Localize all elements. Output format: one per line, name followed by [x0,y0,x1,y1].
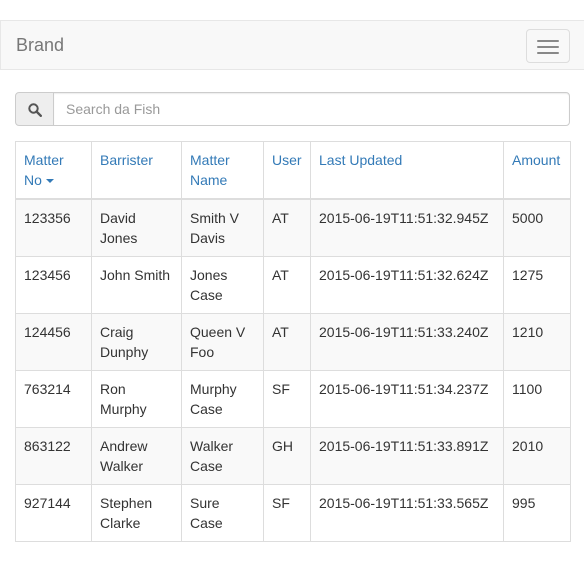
cell-matter-name: Murphy Case [181,370,264,428]
table-header-row: Matter No Barrister Matter Name User Las… [15,141,571,200]
cell-last-updated: 2015-06-19T11:51:32.624Z [310,256,504,314]
caret-down-icon [45,179,54,184]
column-header-amount: Amount [503,141,571,200]
cell-user: AT [263,198,311,257]
cell-matter-name: Sure Case [181,484,264,542]
navbar-toggle-button[interactable] [526,29,570,63]
cell-barrister: Ron Murphy [91,370,182,428]
sort-link-matter-no[interactable]: Matter No [24,152,64,188]
column-header-matter-name: Matter Name [181,141,264,200]
cell-user: SF [263,484,311,542]
hamburger-menu-icon [537,40,559,42]
cell-matter-name: Queen V Foo [181,313,264,371]
cell-last-updated: 2015-06-19T11:51:33.240Z [310,313,504,371]
cell-matter-no: 927144 [15,484,92,542]
column-header-matter-no: Matter No [15,141,92,200]
table-row: 763214 Ron Murphy Murphy Case SF 2015-06… [15,370,571,428]
table-row: 124456 Craig Dunphy Queen V Foo AT 2015-… [15,313,571,371]
cell-user: GH [263,427,311,485]
column-header-label: Matter No [24,152,64,188]
sort-link-barrister[interactable]: Barrister [100,152,153,168]
cell-matter-no: 123356 [15,198,92,257]
cell-barrister: Stephen Clarke [91,484,182,542]
cell-matter-no: 863122 [15,427,92,485]
hamburger-menu-icon-bar [537,52,559,54]
cell-last-updated: 2015-06-19T11:51:32.945Z [310,198,504,257]
cell-matter-no: 763214 [15,370,92,428]
cell-amount: 2010 [503,427,571,485]
table-row: 123456 John Smith Jones Case AT 2015-06-… [15,256,571,314]
search-addon [15,92,54,126]
table-row: 123356 David Jones Smith V Davis AT 2015… [15,198,571,257]
search-group [15,92,570,126]
cell-barrister: Craig Dunphy [91,313,182,371]
cell-matter-name: Walker Case [181,427,264,485]
table-row: 863122 Andrew Walker Walker Case GH 2015… [15,427,571,485]
cell-matter-name: Smith V Davis [181,198,264,257]
cell-user: AT [263,256,311,314]
search-input[interactable] [53,92,570,126]
cell-matter-name: Jones Case [181,256,264,314]
table-row: 927144 Stephen Clarke Sure Case SF 2015-… [15,484,571,542]
matters-table: Matter No Barrister Matter Name User Las… [15,141,571,542]
sort-link-last-updated[interactable]: Last Updated [319,152,402,168]
cell-barrister: Andrew Walker [91,427,182,485]
cell-amount: 1210 [503,313,571,371]
navbar-brand[interactable]: Brand [16,35,64,56]
sort-link-user[interactable]: User [272,152,302,168]
cell-last-updated: 2015-06-19T11:51:34.237Z [310,370,504,428]
navbar: Brand [0,20,584,70]
hamburger-menu-icon-bar [537,46,559,48]
cell-matter-no: 123456 [15,256,92,314]
column-header-last-updated: Last Updated [310,141,504,200]
cell-amount: 5000 [503,198,571,257]
cell-user: SF [263,370,311,428]
cell-matter-no: 124456 [15,313,92,371]
cell-user: AT [263,313,311,371]
sort-link-amount[interactable]: Amount [512,152,560,168]
cell-last-updated: 2015-06-19T11:51:33.891Z [310,427,504,485]
cell-barrister: David Jones [91,198,182,257]
cell-amount: 995 [503,484,571,542]
cell-barrister: John Smith [91,256,182,314]
column-header-user: User [263,141,311,200]
cell-last-updated: 2015-06-19T11:51:33.565Z [310,484,504,542]
column-header-barrister: Barrister [91,141,182,200]
search-icon [28,103,42,117]
cell-amount: 1100 [503,370,571,428]
cell-amount: 1275 [503,256,571,314]
sort-link-matter-name[interactable]: Matter Name [190,152,230,188]
